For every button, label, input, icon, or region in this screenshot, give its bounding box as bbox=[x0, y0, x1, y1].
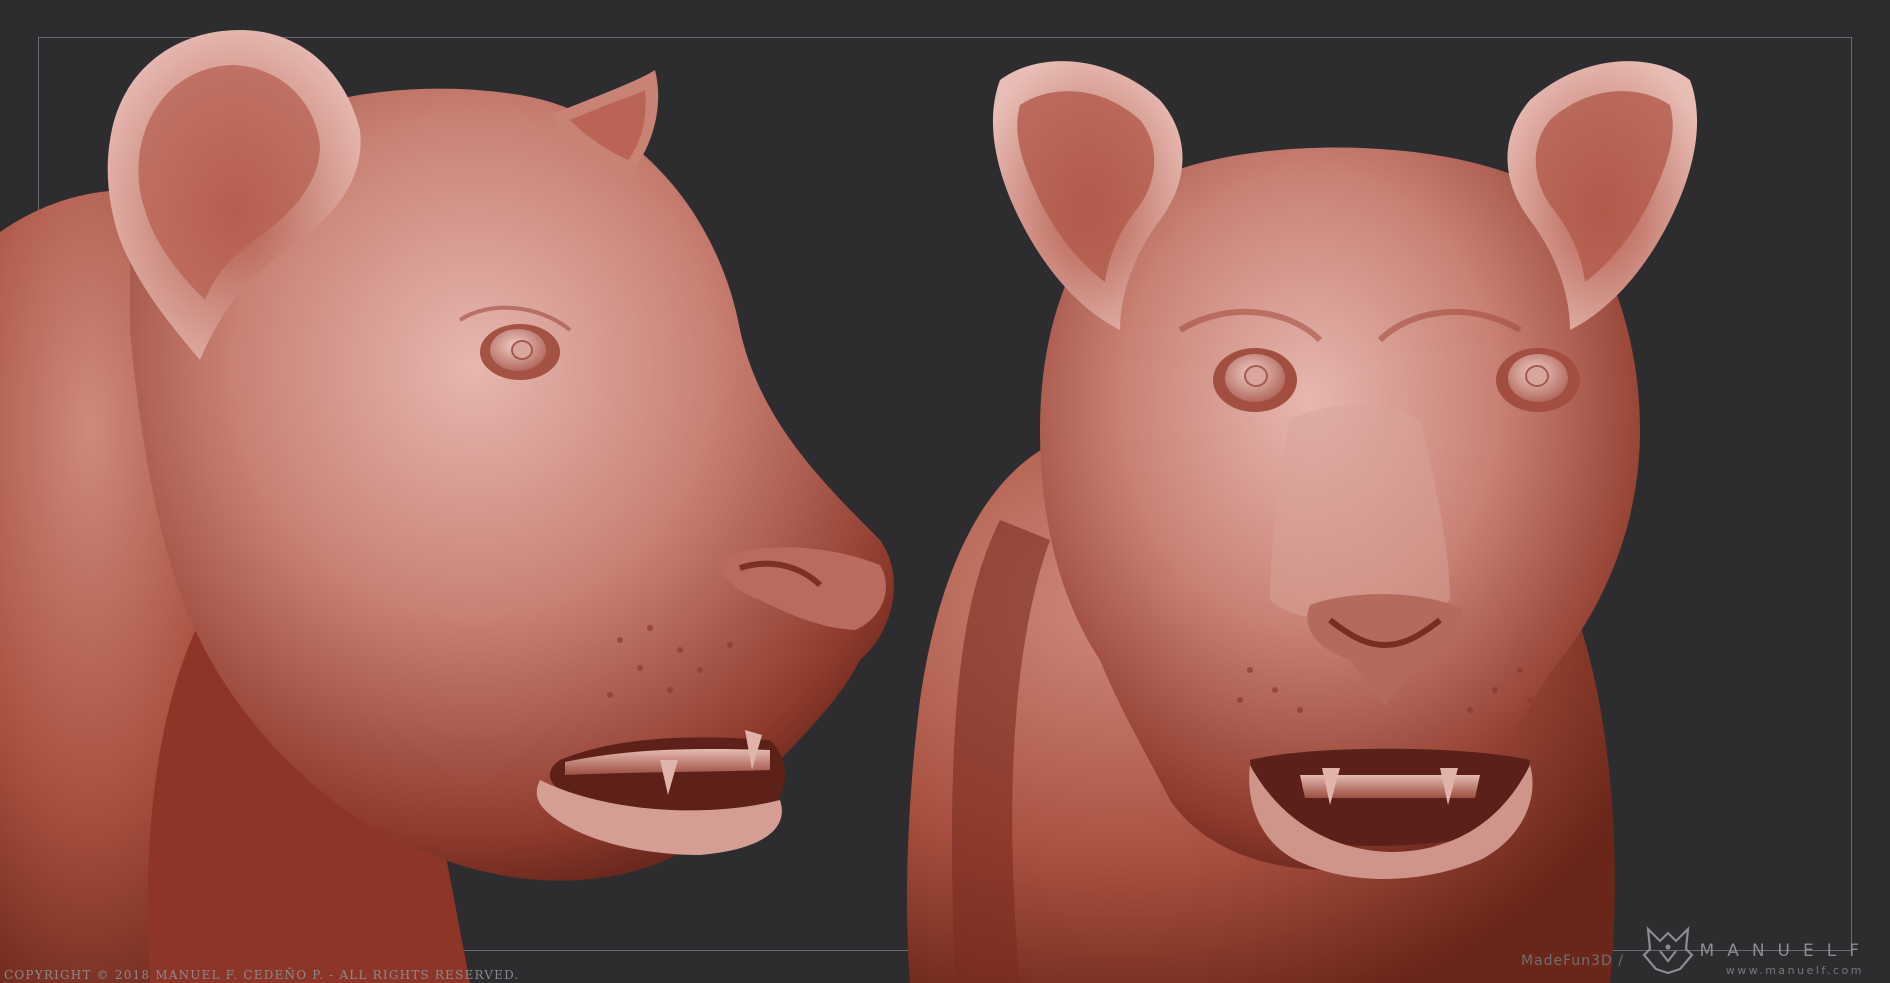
profile-view bbox=[0, 30, 894, 983]
madefun-prefix: MadeFun3D / bbox=[1520, 953, 1624, 969]
brand-name: MANUELF bbox=[1699, 941, 1872, 961]
front-view bbox=[907, 61, 1698, 983]
copyright-notice: COPYRIGHT © 2018 MANUEL F. CEDEÑO P. - A… bbox=[4, 968, 520, 982]
manuelf-emblem-icon bbox=[1642, 926, 1694, 975]
website-url: www.manuelf.com bbox=[1725, 964, 1864, 977]
render-canvas: COPYRIGHT © 2018 MANUEL F. CEDEÑO P. - A… bbox=[0, 0, 1890, 983]
watermark-logo: MadeFun3D / MANUELF www.manuelf.com bbox=[1492, 926, 1872, 977]
lioness-sculpt-renders bbox=[0, 30, 1698, 983]
